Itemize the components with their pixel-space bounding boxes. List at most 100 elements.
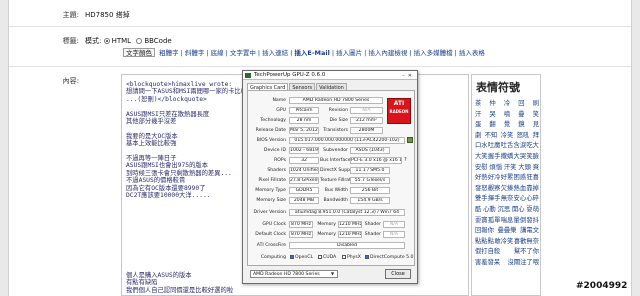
emoticon-link[interactable]: 心碎 (526, 194, 539, 205)
chevron-down-icon[interactable]: ▼ (331, 271, 334, 276)
emoticon-link[interactable]: 假打自殺 (475, 247, 500, 258)
emoticon-link[interactable]: 回 (518, 99, 524, 110)
editor-toolbar: 文字顏色 粗體字 | 斜體字 | 底線 | 文字置中 | 插入連結 | 插入E-Mail |… (123, 47, 487, 57)
emoticon-link[interactable]: 刷 (533, 99, 539, 110)
emoticon-link[interactable]: 耍萌 (526, 205, 539, 216)
emoticon-link[interactable]: 爽 (533, 163, 539, 174)
emoticon-link[interactable]: 吃大 (526, 141, 539, 152)
emoticon-link[interactable]: 吐魔 (488, 141, 501, 152)
emoticon-link[interactable]: 講電文 (520, 226, 539, 237)
emoticon-link[interactable]: 含淚 (514, 141, 527, 152)
emoticon-link[interactable]: 耍寶 (475, 216, 488, 227)
emoticon-link[interactable]: 吐舌 (501, 141, 514, 152)
emoticon-link[interactable]: 汗 (475, 110, 481, 121)
emoticon-link[interactable]: 熱血 (514, 184, 527, 195)
emoticon-link[interactable]: 不知 (485, 131, 498, 142)
emoticon-link[interactable]: 好冷 (488, 173, 501, 184)
emoticon-link[interactable]: 好熱 (475, 173, 488, 184)
emoticon-link[interactable]: 大笑 (475, 152, 488, 163)
mode-html-radio[interactable] (103, 38, 110, 44)
technology-value: 28 nm (289, 117, 319, 124)
emoticon-row: 汗哭噴疊笑 (475, 110, 539, 121)
bus-label: Bus Interface (320, 158, 351, 163)
emoticon-link[interactable]: 煩惱 (489, 163, 502, 174)
emoticon-link[interactable]: 哭 (489, 110, 495, 121)
emoticon-link[interactable]: 冷 (504, 99, 510, 110)
emoticon-link[interactable]: 回報你 (475, 226, 494, 237)
emoticon-link[interactable]: 笑 (533, 110, 539, 121)
emoticon-link[interactable]: 暈倒 (514, 216, 527, 227)
emoticon-link[interactable]: 劇 (475, 131, 481, 142)
emoticon-link[interactable]: 冷笑 (501, 131, 514, 142)
toolbar-media[interactable]: 插入多媒體檔 (414, 49, 453, 57)
emoticon-link[interactable]: 笑臉 (526, 152, 539, 163)
emoticon-link[interactable]: 困惑 (514, 173, 527, 184)
gpuz-window: TechPowerUp GPU-Z 0.6.0 –✕ Graphics Card… (242, 70, 418, 284)
emoticon-link[interactable]: 仲 (489, 99, 495, 110)
emoticon-link[interactable]: 撒嬌 (501, 152, 514, 163)
toolbar-underline[interactable]: 底線 (211, 49, 224, 57)
emoticon-link[interactable]: 好累 (501, 173, 514, 184)
subject-value[interactable]: HD7850 搭掉 (85, 10, 130, 20)
emoticon-link[interactable]: 靠掉 (526, 184, 539, 195)
toolbar-bold[interactable]: 粗體字 (159, 49, 179, 57)
emoticon-link[interactable]: 大頭 (518, 163, 531, 174)
computing-label: Computing (260, 255, 286, 260)
emoticon-link[interactable]: 雙手 (475, 194, 488, 205)
toolbar-link[interactable]: 插入連結 (262, 49, 288, 57)
emoticon-link[interactable]: 疊 (518, 110, 524, 121)
mode-bbcode-radio[interactable] (136, 38, 143, 44)
emoticon-link[interactable]: 沒關注了喂 (508, 258, 539, 269)
emoticon-link[interactable]: 覺 (504, 120, 510, 131)
emoticon-link[interactable]: 發怒 (475, 184, 488, 195)
emoticon-link[interactable]: 觀察 (488, 184, 501, 195)
emoticon-link[interactable]: 幫不了你 (514, 247, 539, 258)
emoticon-link[interactable]: 翻 (489, 120, 495, 131)
emoticon-link[interactable]: 噴 (504, 110, 510, 121)
emoticon-link[interactable]: 心動 (483, 205, 496, 216)
close-button[interactable]: Close (385, 269, 411, 279)
emoticon-link[interactable]: 汗笑 (504, 163, 517, 174)
emoticon-link[interactable]: 鏡 (518, 120, 524, 131)
close-icon[interactable]: ✕ (408, 73, 415, 79)
gpu-select-dropdown[interactable]: AMD Radeon HD 7800 Series (250, 270, 338, 278)
emoticon-link[interactable]: 酷 (475, 205, 481, 216)
emoticon-link[interactable]: 開心 (512, 205, 525, 216)
post-line: 想請問一下ASUS和MSI兩間哪一家的卡比較優 (126, 88, 254, 96)
bios-save-icon[interactable] (407, 137, 413, 143)
checkbox-icon (318, 255, 322, 259)
emoticon-link[interactable]: 狂喜 (526, 173, 539, 184)
emoticon-link[interactable]: 沉思 (498, 205, 511, 216)
emoticon-link[interactable]: 怒吼 (517, 131, 530, 142)
emoticon-link[interactable]: 安慰 (475, 163, 488, 174)
toolbar-builtin-view[interactable]: 插入內建檢視 (368, 49, 407, 57)
emoticon-link[interactable]: 孤單 (488, 216, 501, 227)
emoticon-link[interactable]: 欠揍 (501, 184, 514, 195)
texture-fillrate-value: 55.7 GTexel/s (350, 177, 390, 184)
emoticon-link[interactable]: 發抖 (526, 216, 539, 227)
emoticon-link[interactable]: 喜歡無奈 (514, 237, 539, 248)
toolbar-email[interactable]: 插入E-Mail (294, 49, 329, 57)
help-icon[interactable]: ? (404, 157, 407, 163)
emoticon-link[interactable]: 茶 (475, 99, 481, 110)
toolbar-image[interactable]: 插入圖片 (336, 49, 362, 57)
emoticon-link[interactable]: 拜 (533, 131, 539, 142)
toolbar-table[interactable]: 插入表格 (459, 49, 485, 57)
emoticon-link[interactable]: 敢冷笑 (494, 237, 513, 248)
emoticon-link[interactable]: 大哭 (514, 152, 527, 163)
toolbar-center[interactable]: 文字置中 (230, 49, 256, 57)
toolbar-italic[interactable]: 斜體字 (185, 49, 205, 57)
emoticon-link[interactable]: 蛋 (475, 120, 481, 131)
emoticon-link[interactable]: 見 (533, 120, 539, 131)
emoticon-link[interactable]: 害羞發呆 (475, 258, 500, 269)
emoticon-link[interactable]: 無奈 (501, 194, 514, 205)
emoticon-link[interactable]: 口水 (475, 141, 488, 152)
emoticon-link[interactable]: 揮手 (488, 194, 501, 205)
emoticon-link[interactable]: 疊疊樂 (498, 226, 517, 237)
emoticon-link[interactable]: 握手 (488, 152, 501, 163)
emoticon-link[interactable]: 點點點 (475, 237, 494, 248)
font-color-select[interactable]: 文字顏色 (123, 48, 155, 57)
emoticon-link[interactable]: 喘息 (501, 216, 514, 227)
emoticon-link[interactable]: 安心 (514, 194, 527, 205)
gpuz-titlebar[interactable]: TechPowerUp GPU-Z 0.6.0 –✕ (243, 71, 417, 80)
